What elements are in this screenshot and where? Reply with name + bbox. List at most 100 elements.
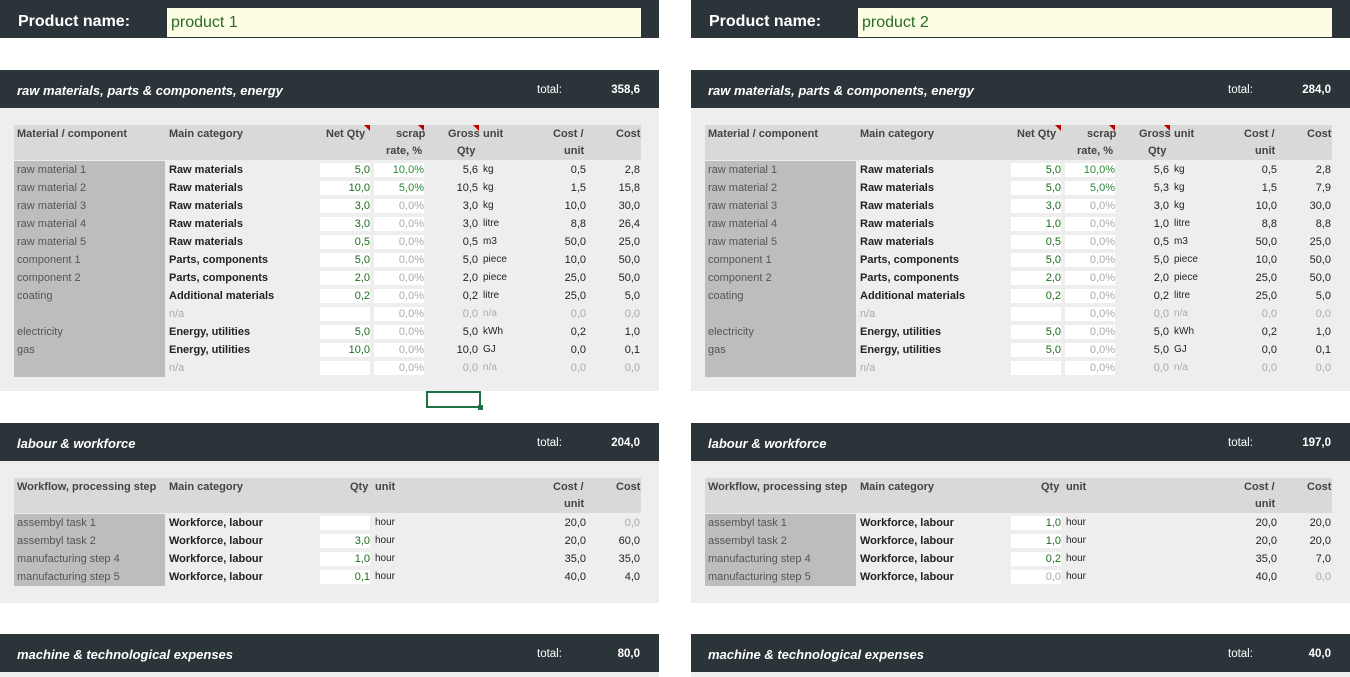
material-row[interactable]: gas Energy, utilities 5,0 0,0% 5,0 GJ 0,0 0,1 [691, 341, 1350, 359]
cell-workflow-step[interactable]: manufacturing step 5 [17, 571, 120, 583]
cell-main-category[interactable]: n/a [169, 362, 184, 374]
cell-material-name[interactable]: gas [708, 344, 726, 356]
material-row[interactable]: raw material 2 Raw materials 10,0 5,0% 10,5 k… [0, 179, 659, 197]
comment-indicator[interactable] [1164, 125, 1170, 131]
cell-main-category[interactable]: Workforce, labour [860, 535, 954, 547]
cell-material-name[interactable]: raw material 2 [17, 182, 86, 194]
cell-main-category[interactable]: Parts, components [169, 254, 268, 266]
cell-net-qty[interactable]: 5,0 [1011, 182, 1061, 194]
material-row[interactable]: raw material 3 Raw materials 3,0 0,0% 3,0 kg 1… [691, 197, 1350, 215]
material-row[interactable]: coating Additional materials 0,2 0,0% 0,2 lit… [0, 287, 659, 305]
comment-indicator[interactable] [1109, 125, 1115, 131]
cell-net-qty[interactable]: 2,0 [1011, 272, 1061, 284]
material-row[interactable]: raw material 1 Raw materials 5,0 10,0% 5,6 kg… [0, 161, 659, 179]
selected-cell[interactable] [426, 391, 483, 410]
cell-scrap-rate[interactable]: 10,0% [1065, 164, 1115, 176]
comment-indicator[interactable] [1055, 125, 1061, 131]
cell-net-qty[interactable]: 5,0 [1011, 344, 1061, 356]
cell-main-category[interactable]: Raw materials [169, 200, 243, 212]
cell-qty[interactable]: 1,0 [1011, 535, 1061, 547]
cell-workflow-step[interactable]: assembyl task 2 [708, 535, 787, 547]
cell-main-category[interactable]: Raw materials [169, 164, 243, 176]
cell-material-name[interactable]: raw material 2 [708, 182, 777, 194]
material-row[interactable]: n/a 0,0% 0,0 n/a 0,0 0,0 [691, 305, 1350, 323]
cell-qty[interactable]: 1,0 [1011, 517, 1061, 529]
cell-main-category[interactable]: Raw materials [169, 236, 243, 248]
cell-net-qty[interactable]: 10,0 [320, 344, 370, 356]
labour-row[interactable]: manufacturing step 5 Workforce, labour 0,0… [691, 568, 1350, 586]
cell-workflow-step[interactable]: manufacturing step 4 [708, 553, 811, 565]
material-row[interactable]: component 2 Parts, components 2,0 0,0% 2,0 pi… [0, 269, 659, 287]
cell-scrap-rate[interactable]: 0,0% [374, 236, 424, 248]
cell-scrap-rate[interactable]: 0,0% [374, 272, 424, 284]
cell-workflow-step[interactable]: assembyl task 1 [708, 517, 787, 529]
material-row[interactable]: component 1 Parts, components 5,0 0,0% 5,0 pi… [691, 251, 1350, 269]
cell-scrap-rate[interactable]: 5,0% [374, 182, 424, 194]
cell-net-qty[interactable]: 0,5 [1011, 236, 1061, 248]
comment-indicator[interactable] [473, 125, 479, 131]
product-name-input[interactable]: product 2 [858, 8, 1332, 37]
cell-net-qty[interactable]: 3,0 [320, 218, 370, 230]
cell-main-category[interactable]: Workforce, labour [169, 517, 263, 529]
material-row[interactable]: raw material 4 Raw materials 3,0 0,0% 3,0 lit… [0, 215, 659, 233]
cell-main-category[interactable]: Energy, utilities [860, 326, 941, 338]
cell-main-category[interactable]: Parts, components [169, 272, 268, 284]
cell-scrap-rate[interactable]: 0,0% [1065, 362, 1115, 374]
cell-material-name[interactable]: coating [708, 290, 743, 302]
cell-scrap-rate[interactable]: 0,0% [1065, 326, 1115, 338]
cell-main-category[interactable]: Raw materials [860, 236, 934, 248]
cell-main-category[interactable]: Parts, components [860, 272, 959, 284]
cell-main-category[interactable]: Additional materials [169, 290, 274, 302]
cell-main-category[interactable]: Workforce, labour [860, 553, 954, 565]
cell-scrap-rate[interactable]: 0,0% [374, 362, 424, 374]
cell-net-qty[interactable]: 10,0 [320, 182, 370, 194]
cell-qty[interactable]: 3,0 [320, 535, 370, 547]
material-row[interactable]: electricity Energy, utilities 5,0 0,0% 5,0 kW… [691, 323, 1350, 341]
material-row[interactable]: n/a 0,0% 0,0 n/a 0,0 0,0 [691, 359, 1350, 377]
cell-scrap-rate[interactable]: 5,0% [1065, 182, 1115, 194]
cell-net-qty[interactable]: 5,0 [320, 254, 370, 266]
comment-indicator[interactable] [364, 125, 370, 131]
material-row[interactable]: coating Additional materials 0,2 0,0% 0,2 lit… [691, 287, 1350, 305]
cell-material-name[interactable]: raw material 4 [17, 218, 86, 230]
cell-main-category[interactable]: Energy, utilities [860, 344, 941, 356]
cell-scrap-rate[interactable]: 0,0% [374, 254, 424, 266]
cell-scrap-rate[interactable]: 0,0% [1065, 290, 1115, 302]
labour-row[interactable]: manufacturing step 4 Workforce, labour 0,2… [691, 550, 1350, 568]
cell-scrap-rate[interactable]: 10,0% [374, 164, 424, 176]
labour-row[interactable]: assembyl task 2 Workforce, labour 1,0 hour 2… [691, 532, 1350, 550]
cell-material-name[interactable]: component 2 [708, 272, 772, 284]
cell-net-qty[interactable]: 2,0 [320, 272, 370, 284]
cell-net-qty[interactable]: 5,0 [1011, 326, 1061, 338]
cell-net-qty[interactable]: 5,0 [1011, 254, 1061, 266]
cell-material-name[interactable]: coating [17, 290, 52, 302]
cell-main-category[interactable]: Workforce, labour [169, 535, 263, 547]
cell-material-name[interactable]: component 2 [17, 272, 81, 284]
cell-net-qty[interactable]: 3,0 [1011, 200, 1061, 212]
cell-net-qty[interactable]: 5,0 [320, 164, 370, 176]
material-row[interactable]: n/a 0,0% 0,0 n/a 0,0 0,0 [0, 359, 659, 377]
cell-material-name[interactable]: component 1 [17, 254, 81, 266]
cell-scrap-rate[interactable]: 0,0% [374, 200, 424, 212]
cell-scrap-rate[interactable]: 0,0% [374, 326, 424, 338]
cell-qty[interactable]: 0,2 [1011, 553, 1061, 565]
labour-row[interactable]: manufacturing step 5 Workforce, labour 0,1… [0, 568, 659, 586]
product-name-input[interactable]: product 1 [167, 8, 641, 37]
material-row[interactable]: component 2 Parts, components 2,0 0,0% 2,0 pi… [691, 269, 1350, 287]
cell-material-name[interactable]: raw material 4 [708, 218, 777, 230]
cell-scrap-rate[interactable]: 0,0% [374, 290, 424, 302]
cell-scrap-rate[interactable]: 0,0% [1065, 200, 1115, 212]
cell-scrap-rate[interactable]: 0,0% [374, 344, 424, 356]
cell-main-category[interactable]: Workforce, labour [860, 517, 954, 529]
cell-scrap-rate[interactable]: 0,0% [1065, 236, 1115, 248]
cell-material-name[interactable]: raw material 1 [17, 164, 86, 176]
cell-main-category[interactable]: Additional materials [860, 290, 965, 302]
material-row[interactable]: raw material 4 Raw materials 1,0 0,0% 1,0 lit… [691, 215, 1350, 233]
cell-material-name[interactable]: gas [17, 344, 35, 356]
cell-net-qty[interactable]: 5,0 [1011, 164, 1061, 176]
material-row[interactable]: raw material 3 Raw materials 3,0 0,0% 3,0 kg 1… [0, 197, 659, 215]
material-row[interactable]: electricity Energy, utilities 5,0 0,0% 5,0 kW… [0, 323, 659, 341]
cell-main-category[interactable]: Parts, components [860, 254, 959, 266]
cell-main-category[interactable]: Energy, utilities [169, 344, 250, 356]
cell-material-name[interactable]: raw material 5 [17, 236, 86, 248]
